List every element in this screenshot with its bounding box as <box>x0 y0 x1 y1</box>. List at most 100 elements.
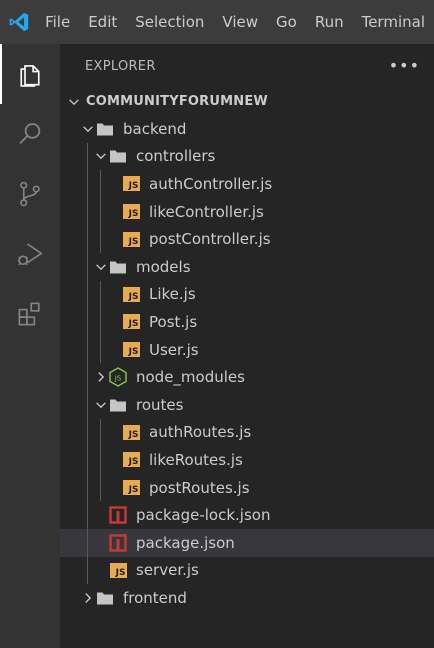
ellipsis-icon[interactable]: ••• <box>389 58 420 74</box>
vscode-logo-icon <box>0 0 37 44</box>
workspace-root-label: COMMUNITYFORUMNEW <box>86 94 268 109</box>
javascript-file-icon: JS <box>122 313 140 331</box>
workspace-root[interactable]: COMMUNITYFORUMNEW <box>60 88 434 115</box>
menu-run[interactable]: Run <box>306 0 353 44</box>
folder-icon <box>96 120 114 138</box>
explorer-title: EXPLORER <box>85 58 156 74</box>
tree-item-label: User.js <box>149 340 199 359</box>
tree-item-label: postRoutes.js <box>149 478 250 497</box>
tree-file-likecontroller-js[interactable]: JS likeController.js <box>60 198 434 226</box>
tree-item-label: likeRoutes.js <box>149 450 243 469</box>
tree-folder-controllers[interactable]: controllers <box>60 143 434 171</box>
javascript-file-icon: JS <box>122 451 140 469</box>
javascript-file-icon: JS <box>122 230 140 248</box>
tree-file-like-js[interactable]: JS Like.js <box>60 281 434 309</box>
tree-item-label: authController.js <box>149 174 273 193</box>
tree-file-postcontroller-js[interactable]: JS postController.js <box>60 225 434 253</box>
tree-file-package-lock-json[interactable]: package-lock.json <box>60 501 434 529</box>
tree-item-label: routes <box>136 395 184 414</box>
tree-item-label: frontend <box>123 588 187 607</box>
menu-selection[interactable]: Selection <box>126 0 213 44</box>
chevron-down-icon <box>66 94 82 110</box>
tree-item-label: Post.js <box>149 312 198 331</box>
npm-file-icon <box>109 506 127 524</box>
run-debug-icon[interactable] <box>0 224 60 284</box>
folder-icon <box>109 258 127 276</box>
explorer-header: EXPLORER ••• <box>60 44 434 88</box>
javascript-file-icon: JS <box>109 561 127 579</box>
explorer-sidebar: EXPLORER ••• COMMUNITYFORUMNEW backend co… <box>60 44 434 648</box>
tree-file-user-js[interactable]: JS User.js <box>60 336 434 364</box>
npm-file-icon <box>109 534 127 552</box>
indent-guide <box>87 142 88 585</box>
javascript-file-icon: JS <box>122 479 140 497</box>
javascript-file-icon: JS <box>122 423 140 441</box>
javascript-file-icon: JS <box>122 341 140 359</box>
tree-file-post-js[interactable]: JS Post.js <box>60 308 434 336</box>
chevron-right-icon <box>93 369 109 385</box>
javascript-file-icon: JS <box>122 285 140 303</box>
tree-folder-routes[interactable]: routes <box>60 391 434 419</box>
tree-file-postroutes-js[interactable]: JS postRoutes.js <box>60 474 434 502</box>
extensions-icon[interactable] <box>0 284 60 344</box>
svg-text:JS: JS <box>114 375 122 383</box>
file-tree: COMMUNITYFORUMNEW backend controllers JS au… <box>60 88 434 612</box>
folder-icon <box>109 396 127 414</box>
nodejs-folder-icon: JS <box>109 367 127 387</box>
menu-file[interactable]: File <box>37 0 79 44</box>
indent-guide <box>100 170 101 253</box>
menu-edit[interactable]: Edit <box>79 0 126 44</box>
menu-view[interactable]: View <box>213 0 267 44</box>
chevron-down-icon <box>80 121 96 137</box>
tree-item-label: likeController.js <box>149 202 264 221</box>
folder-icon <box>96 589 114 607</box>
chevron-down-icon <box>93 148 109 164</box>
indent-guide <box>100 418 101 502</box>
tree-item-label: authRoutes.js <box>149 423 252 442</box>
tree-folder-node-modules[interactable]: JS node_modules <box>60 363 434 391</box>
tree-item-label: package.json <box>136 533 235 552</box>
javascript-file-icon: JS <box>122 175 140 193</box>
title-bar: File Edit Selection View Go Run Terminal <box>0 0 434 44</box>
menu-go[interactable]: Go <box>267 0 306 44</box>
indent-guide <box>100 280 101 364</box>
tree-folder-frontend[interactable]: frontend <box>60 584 434 612</box>
tree-file-server-js[interactable]: JS server.js <box>60 557 434 585</box>
files-icon[interactable] <box>0 44 60 104</box>
chevron-down-icon <box>93 259 109 275</box>
tree-item-label: controllers <box>136 147 216 166</box>
folder-icon <box>109 147 127 165</box>
tree-file-authroutes-js[interactable]: JS authRoutes.js <box>60 419 434 447</box>
source-control-icon[interactable] <box>0 164 60 224</box>
tree-item-label: models <box>136 257 191 276</box>
tree-folder-backend[interactable]: backend <box>60 115 434 143</box>
chevron-down-icon <box>93 397 109 413</box>
javascript-file-icon: JS <box>122 203 140 221</box>
tree-item-label: server.js <box>136 561 199 580</box>
tree-folder-models[interactable]: models <box>60 253 434 281</box>
menu-terminal[interactable]: Terminal <box>353 0 434 44</box>
tree-file-authcontroller-js[interactable]: JS authController.js <box>60 170 434 198</box>
tree-item-label: postController.js <box>149 230 271 249</box>
chevron-right-icon <box>80 590 96 606</box>
activity-bar <box>0 44 60 648</box>
tree-item-label: node_modules <box>136 368 245 387</box>
search-icon[interactable] <box>0 104 60 164</box>
tree-file-package-json[interactable]: package.json <box>60 528 434 557</box>
tree-file-likeroutes-js[interactable]: JS likeRoutes.js <box>60 446 434 474</box>
tree-item-label: package-lock.json <box>136 506 271 525</box>
menu-bar: File Edit Selection View Go Run Terminal <box>37 0 434 44</box>
tree-item-label: backend <box>123 119 187 138</box>
